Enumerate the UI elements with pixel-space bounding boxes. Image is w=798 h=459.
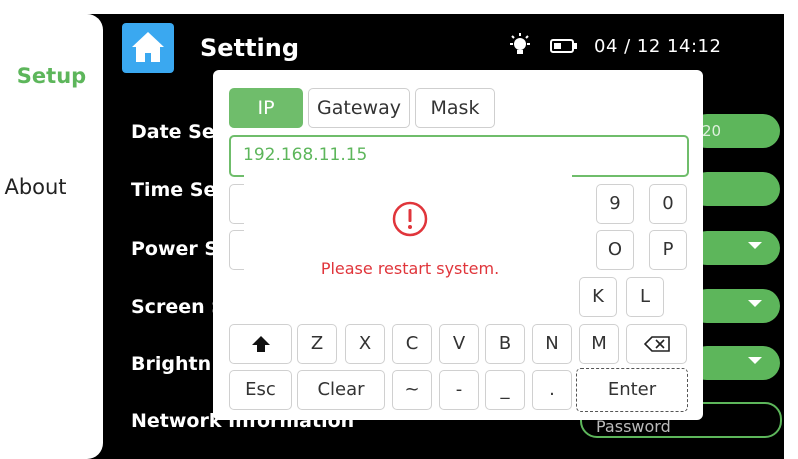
key-c[interactable]: C — [392, 324, 432, 364]
key-m[interactable]: M — [579, 324, 619, 364]
key-p[interactable]: P — [649, 230, 687, 270]
tab-gateway[interactable]: Gateway — [308, 88, 410, 128]
sidebar: Setup About — [0, 14, 103, 459]
ip-address-value: 192.168.11.15 — [243, 145, 368, 165]
lightbulb-icon — [510, 33, 530, 54]
shift-key[interactable] — [229, 324, 292, 364]
key-underscore[interactable]: _ — [485, 370, 525, 410]
home-icon — [132, 32, 164, 62]
backspace-icon — [643, 336, 670, 352]
brightness-dropdown[interactable] — [690, 346, 780, 380]
clear-key[interactable]: Clear — [297, 370, 385, 410]
time-value-pill[interactable] — [690, 172, 780, 206]
alert-icon — [392, 201, 428, 237]
power-dropdown[interactable] — [690, 231, 780, 265]
row-brightness[interactable]: Brightn — [131, 353, 211, 375]
key-o[interactable]: O — [596, 230, 634, 270]
esc-key[interactable]: Esc — [229, 370, 292, 410]
key-tilde[interactable]: ~ — [392, 370, 432, 410]
backspace-key[interactable] — [626, 324, 687, 364]
datetime-display: 04 / 12 14:12 — [594, 36, 722, 57]
key-v[interactable]: V — [439, 324, 479, 364]
tab-mask[interactable]: Mask — [415, 88, 495, 128]
key-hyphen[interactable]: - — [439, 370, 479, 410]
enter-key[interactable]: Enter — [576, 368, 688, 412]
row-date-setting[interactable]: Date Se — [131, 121, 215, 143]
date-value-text: 20 — [702, 122, 722, 140]
tab-ip[interactable]: IP — [229, 88, 303, 128]
row-power-setting[interactable]: Power S — [131, 238, 218, 260]
restart-alert-dialog: Please restart system. — [244, 166, 572, 292]
chevron-down-icon — [748, 242, 762, 249]
key-period[interactable]: . — [532, 370, 572, 410]
alert-message: Please restart system. — [320, 259, 500, 278]
home-button[interactable] — [122, 23, 174, 73]
shift-icon — [251, 336, 270, 352]
date-value-pill[interactable]: 20 — [690, 114, 780, 148]
battery-icon — [550, 39, 577, 53]
row-time-setting[interactable]: Time Se — [131, 179, 216, 201]
key-9[interactable]: 9 — [596, 184, 634, 224]
key-z[interactable]: Z — [297, 324, 337, 364]
key-0[interactable]: 0 — [649, 184, 687, 224]
screen-dropdown[interactable] — [690, 289, 780, 323]
key-k[interactable]: K — [579, 277, 617, 317]
key-n[interactable]: N — [532, 324, 572, 364]
row-screen-setting[interactable]: Screen S — [131, 296, 225, 318]
page-title: Setting — [200, 34, 299, 62]
sidebar-item-setup[interactable]: Setup — [0, 64, 103, 88]
chevron-down-icon — [748, 300, 762, 307]
key-l[interactable]: L — [626, 277, 664, 317]
key-x[interactable]: X — [345, 324, 385, 364]
key-b[interactable]: B — [485, 324, 525, 364]
chevron-down-icon — [748, 357, 762, 364]
sidebar-item-about[interactable]: About — [0, 175, 87, 199]
